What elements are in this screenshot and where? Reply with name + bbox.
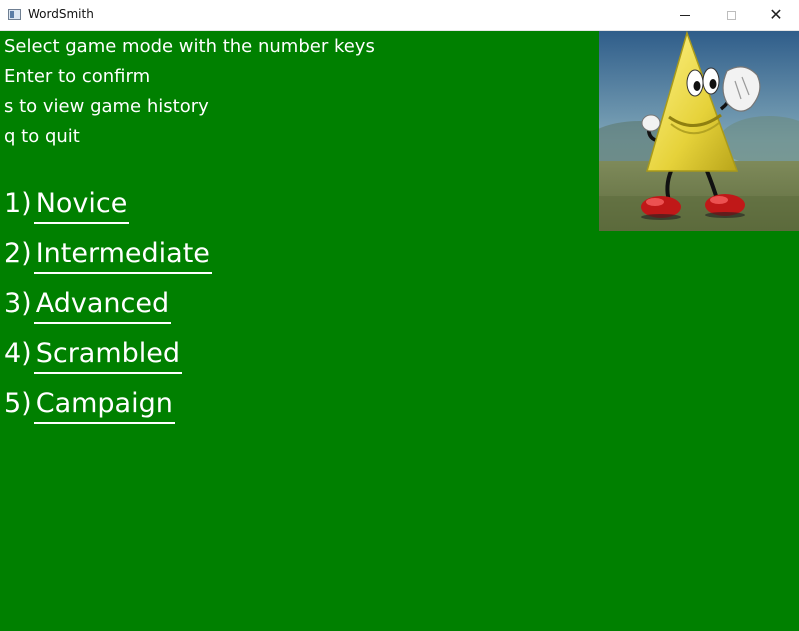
instruction-line: Select game mode with the number keys xyxy=(4,36,375,57)
mode-label[interactable]: Scrambled xyxy=(33,337,183,374)
maximize-icon xyxy=(726,10,736,20)
minimize-icon xyxy=(680,14,690,16)
mode-label[interactable]: Intermediate xyxy=(33,237,212,274)
instruction-line: s to view game history xyxy=(4,96,209,117)
mode-key: 3) xyxy=(4,288,32,319)
mode-option-scrambled[interactable]: 4) Scrambled xyxy=(4,337,183,374)
instruction-line: Enter to confirm xyxy=(4,66,151,87)
app-icon xyxy=(8,9,21,20)
instruction-line: q to quit xyxy=(4,126,80,147)
triangle-mascot-icon xyxy=(599,31,799,231)
mode-label[interactable]: Novice xyxy=(33,187,130,224)
game-canvas[interactable]: Select game mode with the number keys En… xyxy=(0,31,799,631)
close-button[interactable]: ✕ xyxy=(753,0,799,30)
mode-option-novice[interactable]: 1) Novice xyxy=(4,187,130,224)
window-title: WordSmith xyxy=(28,7,94,21)
close-icon: ✕ xyxy=(769,5,783,24)
mode-key: 4) xyxy=(4,338,32,369)
mode-label[interactable]: Advanced xyxy=(33,287,172,324)
maximize-button[interactable] xyxy=(708,0,754,30)
mode-key: 1) xyxy=(4,188,32,219)
mode-label[interactable]: Campaign xyxy=(33,387,175,424)
mode-key: 5) xyxy=(4,388,32,419)
mode-key: 2) xyxy=(4,238,32,269)
mode-option-advanced[interactable]: 3) Advanced xyxy=(4,287,172,324)
mode-option-campaign[interactable]: 5) Campaign xyxy=(4,387,175,424)
title-bar: WordSmith ✕ xyxy=(0,0,799,31)
minimize-button[interactable] xyxy=(662,0,708,30)
mode-option-intermediate[interactable]: 2) Intermediate xyxy=(4,237,212,274)
